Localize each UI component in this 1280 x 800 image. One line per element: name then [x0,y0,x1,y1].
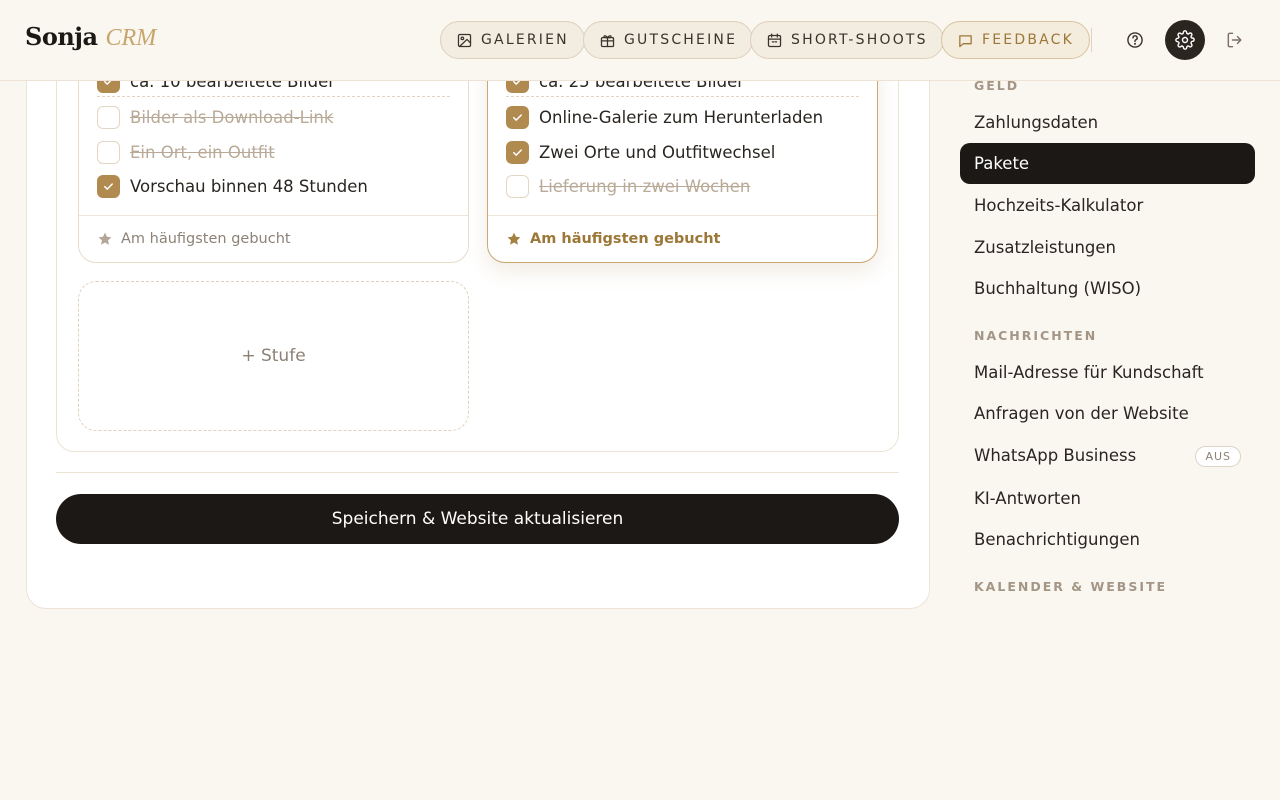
settings-button[interactable] [1165,20,1205,60]
star-icon [507,232,521,245]
feature-row[interactable]: Online-Galerie zum Herunterladen [506,106,823,129]
sidebar-item-pakete[interactable]: Pakete [960,143,1255,184]
sidebar-item-anfragen[interactable]: Anfragen von der Website [960,393,1255,434]
logout-button[interactable] [1215,20,1255,60]
checkbox-unchecked[interactable] [97,141,120,164]
top-navigation-bar: Sonja CRM GALERIEN GUTSCHEINE SHORT-SHOO… [0,0,1280,81]
feature-row[interactable]: Ein Ort, ein Outfit [97,141,275,164]
sidebar-item-hochzeits-kalkulator[interactable]: Hochzeits-Kalkulator [960,185,1255,226]
feature-row[interactable]: Lieferung in zwei Wochen [506,175,750,198]
sidebar-item-ki-antworten[interactable]: KI-Antworten [960,478,1255,519]
app-logo[interactable]: Sonja CRM [25,22,156,52]
image-icon [457,33,472,47]
save-and-update-website-button[interactable]: Speichern & Website aktualisieren [56,494,899,544]
calendar-icon [767,32,782,47]
sidebar-item-benachrichtigungen[interactable]: Benachrichtigungen [960,519,1255,560]
logo-name: Sonja [25,22,98,51]
nav-feedback[interactable]: FEEDBACK [941,21,1091,59]
feature-label: Ein Ort, ein Outfit [130,143,275,162]
sidebar-item-whatsapp-business[interactable]: WhatsApp Business AUS [960,435,1255,476]
feature-divider [97,96,450,97]
checkbox-checked[interactable] [506,106,529,129]
feature-row[interactable]: Vorschau binnen 48 Stunden [97,175,368,198]
feature-row[interactable]: Zwei Orte und Outfitwechsel [506,141,775,164]
nav-label: GUTSCHEINE [624,32,738,48]
nav-label: SHORT-SHOOTS [791,32,928,48]
most-booked-label: Am häufigsten gebucht [121,231,291,247]
logout-icon [1227,32,1242,48]
gift-icon [600,34,615,47]
checkbox-unchecked[interactable] [97,106,120,129]
nav-label: FEEDBACK [982,32,1075,48]
nav-short-shoots[interactable]: SHORT-SHOOTS [750,21,944,59]
sidebar-item-mail-adresse[interactable]: Mail-Adresse für Kundschaft [960,352,1255,393]
nav-galerien[interactable]: GALERIEN [440,21,585,59]
most-booked-label: Am häufigsten gebucht [530,231,721,247]
feature-label: Zwei Orte und Outfitwechsel [539,143,776,162]
logo-suffix: CRM [105,25,157,51]
sidebar-item-label: WhatsApp Business [974,446,1137,465]
sidebar-item-zusatzleistungen[interactable]: Zusatzleistungen [960,227,1255,268]
feature-divider [506,96,859,97]
sidebar-heading-kalender-website: KALENDER & WEBSITE [974,579,1168,594]
checkbox-unchecked[interactable] [506,175,529,198]
sidebar-item-zahlungsdaten[interactable]: Zahlungsdaten [960,102,1255,143]
header-separator [1091,28,1092,52]
feature-label: Online-Galerie zum Herunterladen [539,108,824,127]
status-badge: AUS [1195,446,1241,467]
sidebar-heading-nachrichten: NACHRICHTEN [974,328,1098,343]
help-icon [1127,32,1143,48]
message-icon [959,34,972,47]
sidebar-item-buchhaltung[interactable]: Buchhaltung (WISO) [960,268,1255,309]
nav-gutscheine[interactable]: GUTSCHEINE [583,21,754,59]
feature-label: Bilder als Download-Link [130,108,334,127]
feature-label: Vorschau binnen 48 Stunden [130,177,368,196]
checkbox-checked[interactable] [506,141,529,164]
most-booked-toggle[interactable]: Am häufigsten gebucht [488,215,877,262]
section-divider [56,472,899,473]
most-booked-toggle[interactable]: Am häufigsten gebucht [79,215,468,262]
feature-row[interactable]: Bilder als Download-Link [97,106,333,129]
feature-label: Lieferung in zwei Wochen [539,177,751,196]
help-button[interactable] [1115,20,1155,60]
settings-icon [1175,30,1195,50]
nav-label: GALERIEN [481,32,569,48]
checkbox-checked[interactable] [97,175,120,198]
star-icon [98,232,112,245]
add-tier-button[interactable]: + Stufe [78,281,469,431]
